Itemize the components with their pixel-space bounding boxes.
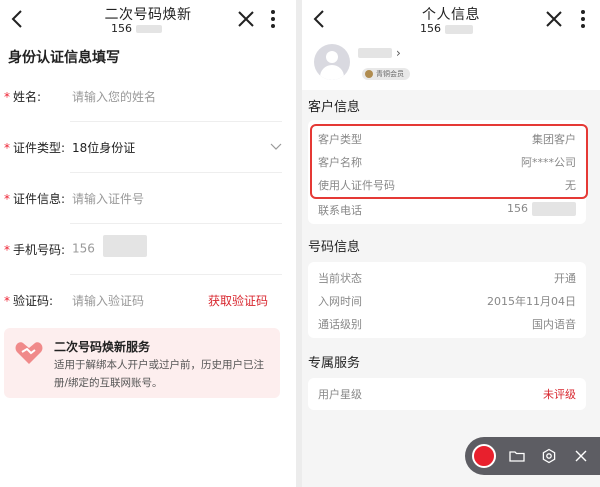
record-icon[interactable] — [472, 444, 496, 468]
info-row: 联系电话 156 — [318, 199, 576, 221]
chevron-down-icon[interactable] — [270, 141, 282, 151]
service-promo-card[interactable]: 二次号码焕新服务 适用于解绑本人开户或过户前，历史用户已注册/绑定的互联网账号。 — [4, 328, 280, 398]
get-code-button[interactable]: 获取验证码 — [208, 292, 268, 309]
more-icon[interactable] — [578, 8, 588, 30]
verify-code-field[interactable]: * 验证码: 请输入验证码 获取验证码 — [0, 276, 296, 326]
close-icon[interactable] — [234, 7, 258, 31]
masked-name — [358, 48, 392, 58]
masked-number — [102, 235, 147, 257]
member-badge: 青铜会员 — [362, 68, 410, 80]
info-row: 通话级别 国内语音 — [318, 318, 576, 331]
name-input[interactable]: 请输入您的姓名 — [72, 88, 156, 105]
id-number-field[interactable]: * 证件信息: 请输入证件号 — [0, 174, 296, 224]
masked-number — [135, 25, 162, 33]
phone-field[interactable]: * 手机号码: 156 — [0, 225, 296, 275]
customer-section-title: 客户信息 — [308, 100, 361, 115]
page-subtitle: 156 — [420, 22, 473, 35]
name-field[interactable]: * 姓名: 请输入您的姓名 — [0, 72, 296, 122]
right-screen: 个人信息 156 › 青铜会员 客户信息 客户类型 集团客户 客户名称 阿****公… — [302, 0, 600, 487]
screen-record-toolbar — [465, 437, 600, 475]
promo-title: 二次号码焕新服务 — [54, 340, 151, 354]
close-icon[interactable] — [573, 448, 589, 464]
phone-input[interactable]: 156 — [72, 235, 147, 257]
info-row: 用户星级 未评级 — [318, 388, 576, 401]
id-type-select[interactable]: 18位身份证 — [72, 139, 135, 156]
info-row: 当前状态 开通 — [318, 272, 576, 285]
service-info-card: 用户星级 未评级 — [308, 378, 586, 410]
header: 二次号码焕新 156 — [0, 0, 296, 44]
chevron-right-icon[interactable]: › — [396, 46, 401, 60]
heart-handshake-icon — [15, 342, 43, 364]
folder-icon[interactable] — [509, 448, 525, 464]
settings-icon[interactable] — [541, 448, 557, 464]
more-icon[interactable] — [268, 8, 278, 30]
highlight-box — [310, 124, 588, 199]
id-type-field[interactable]: * 证件类型: 18位身份证 — [0, 123, 296, 173]
promo-description: 适用于解绑本人开户或过户前，历史用户已注册/绑定的互联网账号。 — [54, 359, 264, 389]
number-info-card: 当前状态 开通 入网时间 2015年11月04日 通话级别 国内语音 — [308, 262, 586, 338]
left-screen: 二次号码焕新 156 身份认证信息填写 * 姓名: 请输入您的姓名 * 证件类型: … — [0, 0, 296, 487]
verify-code-input[interactable]: 请输入验证码 — [72, 292, 144, 309]
avatar[interactable] — [314, 44, 350, 80]
masked-number — [532, 202, 576, 216]
profile-summary[interactable]: › 青铜会员 — [302, 38, 600, 90]
close-icon[interactable] — [542, 7, 566, 31]
masked-number — [444, 24, 473, 34]
service-section-title: 专属服务 — [308, 356, 361, 371]
medal-icon — [365, 70, 373, 78]
number-section-title: 号码信息 — [308, 240, 361, 255]
id-number-input[interactable]: 请输入证件号 — [72, 190, 144, 207]
info-row: 入网时间 2015年11月04日 — [318, 295, 576, 308]
page-subtitle: 156 — [111, 22, 162, 35]
section-title: 身份认证信息填写 — [8, 50, 120, 66]
